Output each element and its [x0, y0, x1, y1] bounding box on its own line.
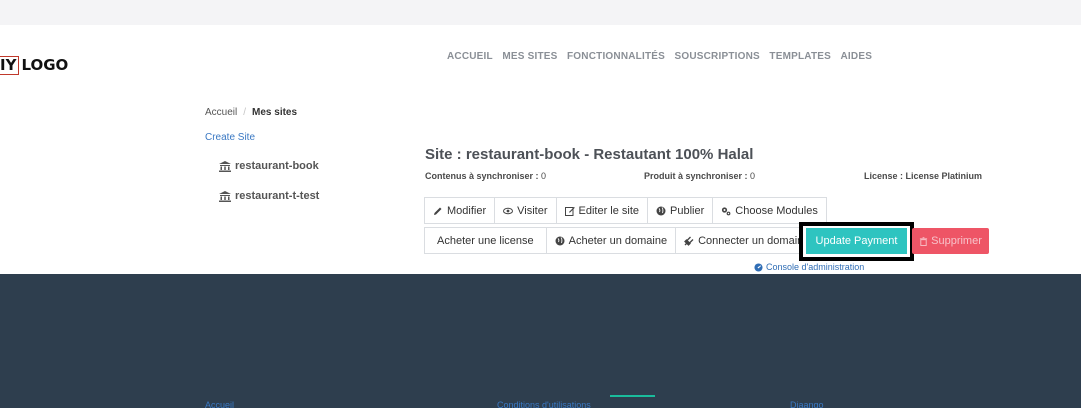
bank-icon [219, 190, 231, 202]
footer: Accueil Conditions d'utilisations Diaang… [0, 274, 1081, 408]
nav-accueil[interactable]: ACCUEIL [447, 51, 493, 63]
choose-modules-button[interactable]: Choose Modules [712, 197, 827, 224]
license-info: License : License Platinium [864, 171, 982, 181]
eye-icon [503, 207, 514, 214]
site-item-label: restaurant-book [235, 160, 319, 172]
site-item-label: restaurant-t-test [235, 190, 320, 202]
editer-site-label: Editer le site [578, 204, 640, 217]
nav-mes-sites[interactable]: MES SITES [502, 51, 557, 63]
site-list: restaurant-book restaurant-t-test [219, 159, 319, 219]
modifier-button[interactable]: Modifier [424, 197, 496, 224]
nav-souscriptions[interactable]: SOUSCRIPTIONS [675, 51, 760, 63]
site-logo[interactable]: IY LOGO [0, 55, 68, 75]
editer-site-button[interactable]: Editer le site [555, 197, 649, 224]
edit-icon [564, 206, 575, 216]
footer-accent-line [610, 395, 655, 397]
contenus-sync: Contenus à synchroniser : 0 [425, 171, 546, 181]
update-payment-button[interactable]: Update Payment [806, 228, 907, 254]
cogs-icon [722, 206, 731, 215]
connecter-domaine-label: Connecter un domaine [698, 234, 810, 247]
connecter-domaine-button[interactable]: Connecter un domaine [675, 227, 819, 254]
logo-boxed-text: IY [0, 55, 20, 75]
visiter-label: Visiter [517, 204, 548, 217]
produit-sync: Produit à synchroniser : 0 [644, 171, 755, 181]
breadcrumb-home[interactable]: Accueil [205, 107, 237, 118]
choose-modules-label: Choose Modules [735, 204, 818, 217]
produit-value: 0 [750, 171, 756, 181]
breadcrumb-separator: / [243, 107, 247, 118]
footer-link-brand[interactable]: Diaango [790, 400, 824, 408]
logo-text: LOGO [21, 56, 69, 74]
dashboard-icon [754, 262, 763, 272]
publier-label: Publier [670, 204, 705, 217]
site-title: Site : restaurant-book - Restautant 100%… [425, 146, 754, 163]
plug-icon [684, 236, 694, 246]
bank-icon [219, 160, 231, 172]
nav-aides[interactable]: AIDES [841, 51, 873, 63]
acheter-domaine-label: Acheter un domaine [568, 234, 668, 247]
license-value: License Platinium [905, 171, 983, 181]
produit-label: Produit à synchroniser : [644, 171, 748, 181]
modifier-label: Modifier [447, 204, 487, 217]
contenus-label: Contenus à synchroniser : [425, 171, 539, 181]
acheter-license-button[interactable]: Acheter une license [424, 227, 547, 254]
site-actions-row-1: Modifier Visiter Editer le site Publier … [424, 197, 827, 224]
site-actions-row-2: Acheter une license Acheter un domaine C… [424, 227, 819, 254]
console-label: Console d'administration [766, 262, 865, 272]
trash-icon [920, 236, 928, 246]
site-item-restaurant-t-test[interactable]: restaurant-t-test [219, 189, 319, 203]
footer-link-conditions[interactable]: Conditions d'utilisations [497, 400, 591, 408]
globe-icon [555, 236, 565, 245]
nav-templates[interactable]: TEMPLATES [769, 51, 831, 63]
contenus-value: 0 [541, 171, 547, 181]
supprimer-button[interactable]: Supprimer [912, 228, 989, 254]
main-nav: ACCUEIL MES SITES FONCTIONNALITÉS SOUSCR… [447, 51, 882, 63]
footer-link-accueil[interactable]: Accueil [205, 400, 234, 408]
console-admin-link[interactable]: Console d'administration [754, 262, 864, 272]
publier-button[interactable]: Publier [647, 197, 714, 224]
nav-fonctionnalites[interactable]: FONCTIONNALITÉS [567, 51, 665, 63]
breadcrumb: Accueil / Mes sites [205, 107, 297, 118]
acheter-license-label: Acheter une license [437, 234, 534, 247]
globe-icon [656, 206, 666, 215]
license-label: License : [864, 171, 904, 181]
supprimer-label: Supprimer [931, 235, 982, 247]
breadcrumb-current: Mes sites [252, 107, 298, 118]
pencil-icon [434, 207, 442, 215]
top-bar [0, 0, 1081, 25]
acheter-domaine-button[interactable]: Acheter un domaine [545, 227, 677, 254]
site-item-restaurant-book[interactable]: restaurant-book [219, 159, 319, 173]
create-site-link[interactable]: Create Site [205, 132, 255, 143]
visiter-button[interactable]: Visiter [494, 197, 557, 224]
